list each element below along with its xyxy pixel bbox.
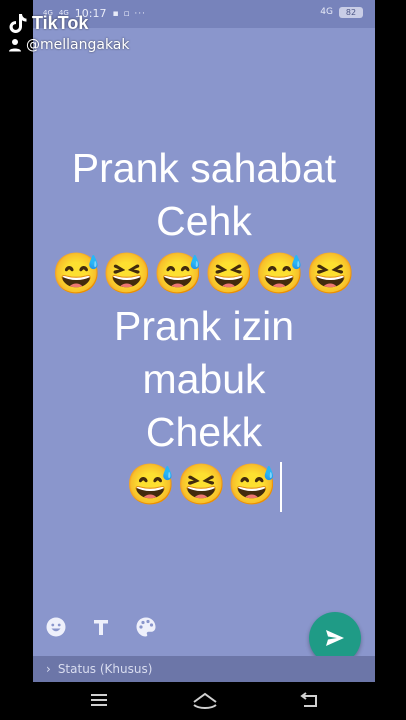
emoji-icon[interactable] xyxy=(43,614,69,640)
story-emoji-row-2-wrap: 😅😆😅 xyxy=(33,459,375,513)
menu-nav-button[interactable] xyxy=(88,690,112,712)
home-icon xyxy=(193,692,217,709)
send-icon xyxy=(326,630,344,646)
text-icon[interactable] xyxy=(88,614,114,640)
tiktok-username: @mellangakak xyxy=(26,37,130,53)
tiktok-logo-icon xyxy=(9,14,27,33)
network-4g-label-right: 4G xyxy=(320,7,333,17)
story-line-2: Cehk xyxy=(156,198,252,244)
story-line-4: mabuk xyxy=(142,356,266,402)
story-line-5: Chekk xyxy=(145,409,263,455)
story-line-3: Prank izin xyxy=(113,303,294,349)
back-icon xyxy=(300,692,317,707)
text-caret xyxy=(280,462,283,513)
tiktok-watermark: TikTok @mellangakak xyxy=(8,12,130,53)
status-audience-label: Status (Khusus) xyxy=(57,662,153,676)
story-emoji-row-1: 😅😆😅😆😅😆 xyxy=(51,252,357,296)
tiktok-brand-name: TikTok xyxy=(32,12,89,33)
home-nav-button[interactable] xyxy=(191,690,219,712)
chevron-right-icon: › xyxy=(46,662,51,676)
palette-icon[interactable] xyxy=(133,614,159,640)
user-icon xyxy=(9,39,21,52)
status-text-input[interactable]: Prank sahabat Cehk 😅😆😅😆😅😆 Prank izin mab… xyxy=(33,142,375,513)
story-line-1: Prank sahabat xyxy=(71,145,337,191)
battery-icon: 82 xyxy=(339,7,363,18)
status-composer-screen: 4G 4G 10:17 ▪ ▫ ··· 4G 82 Prank sahabat … xyxy=(33,0,375,682)
back-nav-button[interactable] xyxy=(298,690,322,712)
story-emoji-row-2: 😅😆😅 xyxy=(125,463,279,507)
status-audience-selector[interactable]: › Status (Khusus) xyxy=(33,656,375,682)
system-navigation-bar xyxy=(0,682,406,720)
menu-icon xyxy=(91,694,107,706)
